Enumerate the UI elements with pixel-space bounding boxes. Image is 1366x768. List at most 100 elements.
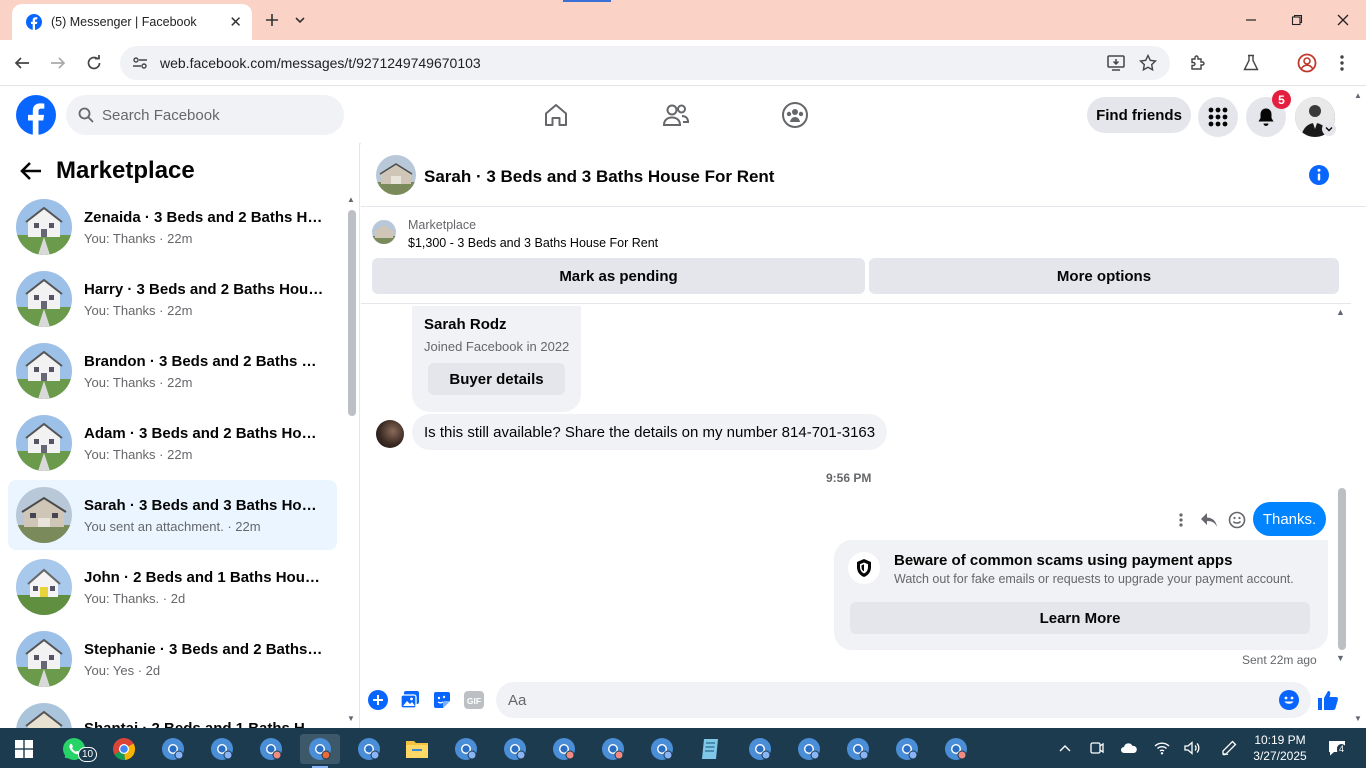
chrome-profile-icon[interactable] xyxy=(887,734,927,764)
conversation-item[interactable]: Brandon · 3 Beds and 2 Baths H... You: T… xyxy=(8,336,337,406)
marketplace-sidebar: Marketplace Zenaida · 3 Beds and 2 Baths… xyxy=(0,143,360,728)
bookmark-star-icon[interactable] xyxy=(1136,51,1160,75)
buyer-details-button[interactable]: Buyer details xyxy=(428,363,565,395)
thumbs-up-icon[interactable] xyxy=(1316,688,1340,712)
listing-title[interactable]: $1,300 - 3 Beds and 3 Baths House For Re… xyxy=(408,236,658,250)
meet-now-icon[interactable] xyxy=(1087,738,1107,758)
close-window-icon[interactable] xyxy=(1320,8,1366,32)
system-clock[interactable]: 10:19 PM 3/27/2025 xyxy=(1250,732,1310,764)
account-chevron-icon[interactable] xyxy=(1322,122,1336,136)
omnibox[interactable]: web.facebook.com/messages/t/927124974967… xyxy=(120,46,1170,80)
chat-scroll-up-icon[interactable]: ▲ xyxy=(1336,307,1345,317)
restore-icon[interactable] xyxy=(1274,8,1320,32)
info-icon[interactable] xyxy=(1308,164,1330,186)
chrome-profile-icon[interactable] xyxy=(153,734,193,764)
search-input[interactable] xyxy=(102,106,322,124)
reply-icon[interactable] xyxy=(1195,508,1223,532)
listing-thumbnail xyxy=(16,559,72,615)
browser-menu-icon[interactable] xyxy=(1330,51,1354,75)
install-app-icon[interactable] xyxy=(1104,51,1128,75)
forward-arrow-icon[interactable] xyxy=(46,51,70,75)
tray-chevron-up-icon[interactable] xyxy=(1055,738,1075,758)
conversation-item[interactable]: Stephanie · 3 Beds and 2 Baths ... You: … xyxy=(8,624,337,694)
chrome-profile-icon[interactable] xyxy=(544,734,584,764)
new-tab-button[interactable] xyxy=(258,8,286,32)
learn-more-button[interactable]: Learn More xyxy=(850,602,1310,634)
more-vertical-icon[interactable] xyxy=(1167,508,1195,532)
message-input[interactable] xyxy=(508,691,1268,709)
chrome-profile-icon[interactable] xyxy=(593,734,633,764)
conversation-item[interactable]: John · 2 Beds and 1 Baths House... You: … xyxy=(8,552,337,622)
page-scroll-down-icon[interactable]: ▼ xyxy=(1354,714,1362,723)
chat-avatar[interactable] xyxy=(376,155,416,195)
message-composer: GIF xyxy=(361,676,1366,728)
volume-icon[interactable] xyxy=(1183,738,1203,758)
search-icon xyxy=(78,107,94,123)
sidebar-title: Marketplace xyxy=(56,157,195,184)
extensions-puzzle-icon[interactable] xyxy=(1186,51,1210,75)
listing-thumbnail[interactable] xyxy=(372,220,396,244)
chrome-profile-icon[interactable] xyxy=(202,734,242,764)
conversation-item[interactable]: Shantai · 2 Beds and 1 Baths H... xyxy=(8,696,337,728)
chrome-icon[interactable] xyxy=(104,734,144,764)
conversation-item-active[interactable]: Sarah · 3 Beds and 3 Baths Hous... You s… xyxy=(8,480,337,550)
tab-close-icon[interactable]: ✕ xyxy=(229,13,242,31)
gif-icon[interactable]: GIF xyxy=(462,688,486,712)
chrome-profile-icon[interactable] xyxy=(251,734,291,764)
facebook-logo-icon[interactable] xyxy=(16,95,56,135)
page-scroll-up-icon[interactable]: ▲ xyxy=(1354,91,1362,100)
sidebar-scroll-thumb[interactable] xyxy=(348,210,356,416)
sidebar-header: Marketplace xyxy=(20,157,195,185)
windows-taskbar: 10 10:19 PM 3/27/2025 4 xyxy=(0,728,1366,768)
conversation-item[interactable]: Harry · 3 Beds and 2 Baths House... You:… xyxy=(8,264,337,334)
tab-search-chevron-icon[interactable] xyxy=(286,8,314,32)
notification-center-icon[interactable]: 4 xyxy=(1325,738,1349,758)
reload-icon[interactable] xyxy=(82,51,106,75)
minimize-icon[interactable] xyxy=(1228,8,1274,32)
sticker-icon[interactable] xyxy=(430,688,454,712)
menu-grid-icon[interactable] xyxy=(1198,97,1238,137)
windows-start-icon[interactable] xyxy=(4,734,44,764)
chrome-profile-icon[interactable] xyxy=(349,734,389,764)
notes-app-icon[interactable] xyxy=(691,734,731,764)
pen-icon[interactable] xyxy=(1219,738,1239,758)
chat-scroll-thumb[interactable] xyxy=(1338,488,1346,650)
browser-tab-messenger[interactable]: (5) Messenger | Facebook ✕ xyxy=(12,4,252,40)
back-arrow-icon[interactable] xyxy=(20,161,42,181)
chrome-profile-icon[interactable] xyxy=(838,734,878,764)
chrome-profile-icon[interactable] xyxy=(789,734,829,764)
more-options-button[interactable]: More options xyxy=(869,258,1339,294)
chrome-profile-icon[interactable] xyxy=(740,734,780,764)
conversation-item[interactable]: Zenaida · 3 Beds and 2 Baths Ho... You: … xyxy=(8,192,337,262)
conversation-item[interactable]: Adam · 3 Beds and 2 Baths Hous... You: T… xyxy=(8,408,337,478)
chrome-active-profile-icon[interactable] xyxy=(300,734,340,768)
file-explorer-icon[interactable] xyxy=(397,734,437,764)
plus-circle-icon[interactable] xyxy=(366,688,390,712)
groups-icon[interactable] xyxy=(775,99,815,131)
emoji-icon[interactable] xyxy=(1277,688,1301,712)
find-friends-button[interactable]: Find friends xyxy=(1087,97,1191,133)
chrome-profile-icon[interactable] xyxy=(495,734,535,764)
profile-icon[interactable] xyxy=(1295,51,1319,75)
sender-avatar[interactable] xyxy=(376,420,404,448)
facebook-search[interactable] xyxy=(66,95,344,135)
chat-scroll-down-icon[interactable]: ▼ xyxy=(1336,653,1345,663)
chat-title[interactable]: Sarah · 3 Beds and 3 Baths House For Ren… xyxy=(424,167,774,187)
message-timestamp: 9:56 PM xyxy=(826,471,872,485)
wifi-icon[interactable] xyxy=(1152,738,1172,758)
chrome-profile-icon[interactable] xyxy=(446,734,486,764)
back-arrow-icon[interactable] xyxy=(10,51,34,75)
friends-icon[interactable] xyxy=(656,99,696,131)
react-emoji-icon[interactable] xyxy=(1223,508,1251,532)
whatsapp-icon[interactable]: 10 xyxy=(54,734,98,764)
site-settings-icon[interactable] xyxy=(132,55,148,71)
chrome-profile-icon[interactable] xyxy=(642,734,682,764)
scroll-down-arrow-icon[interactable]: ▼ xyxy=(347,714,355,723)
labs-flask-icon[interactable] xyxy=(1239,51,1263,75)
photo-icon[interactable] xyxy=(398,688,422,712)
onedrive-cloud-icon[interactable] xyxy=(1119,738,1139,758)
home-icon[interactable] xyxy=(536,99,576,131)
mark-as-pending-button[interactable]: Mark as pending xyxy=(372,258,865,294)
scroll-up-arrow-icon[interactable]: ▲ xyxy=(347,195,355,204)
chrome-profile-icon[interactable] xyxy=(936,734,976,764)
